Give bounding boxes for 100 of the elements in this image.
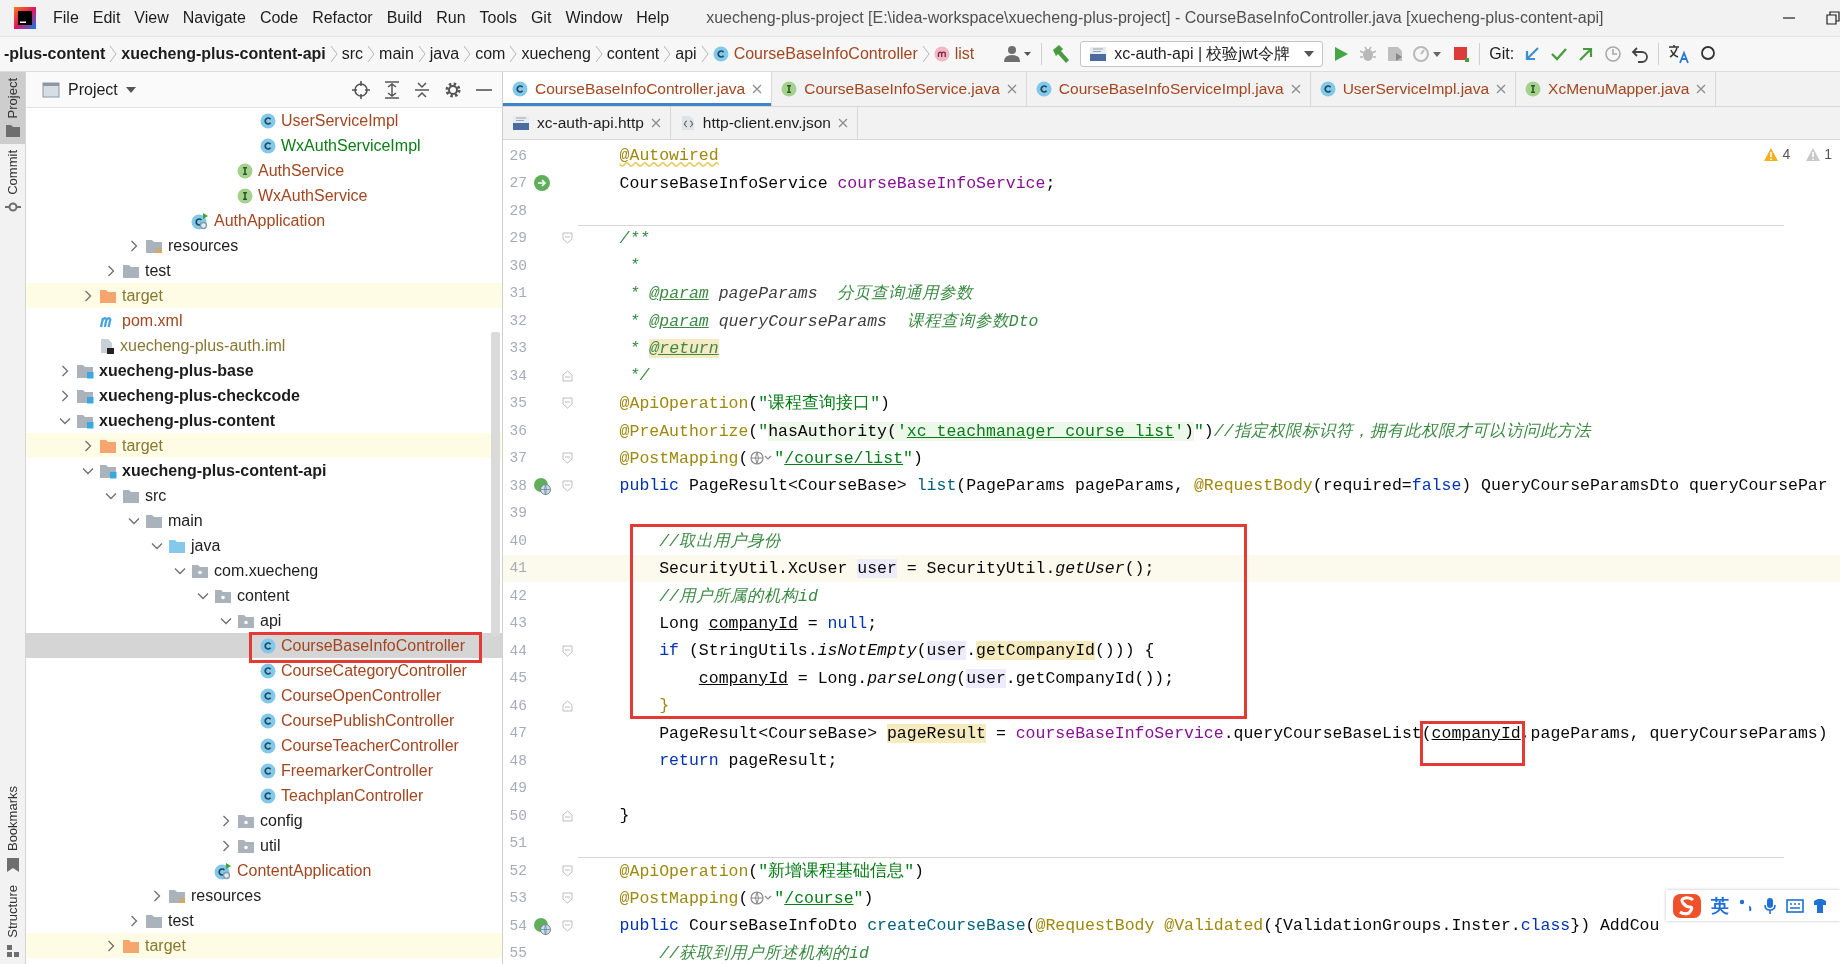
breadcrumb-item[interactable]: -plus-content bbox=[0, 45, 110, 63]
minimize-icon[interactable] bbox=[476, 87, 492, 92]
bean-icon[interactable] bbox=[533, 174, 551, 193]
tree-item[interactable]: FreemarkerController bbox=[26, 758, 502, 783]
tree-item[interactable]: config bbox=[26, 808, 502, 833]
fold-marker-icon[interactable] bbox=[562, 919, 573, 932]
chevron-right-icon[interactable] bbox=[105, 264, 117, 277]
fold-marker-icon[interactable] bbox=[562, 479, 573, 492]
menu-item[interactable]: Refactor bbox=[305, 9, 380, 27]
close-icon[interactable] bbox=[1496, 84, 1507, 94]
locate-icon[interactable] bbox=[352, 80, 370, 99]
fold-marker-icon[interactable] bbox=[562, 892, 573, 905]
close-icon[interactable] bbox=[837, 118, 848, 128]
tree-item[interactable]: xuecheng-plus-checkcode bbox=[26, 383, 502, 408]
fold-marker-icon[interactable] bbox=[562, 644, 573, 657]
microphone-icon[interactable] bbox=[1763, 896, 1777, 915]
restore-icon[interactable] bbox=[1826, 11, 1840, 25]
close-icon[interactable] bbox=[1006, 84, 1017, 94]
close-icon[interactable] bbox=[752, 84, 763, 94]
tree-item[interactable]: TeachplanController bbox=[26, 783, 502, 808]
menu-item[interactable]: Build bbox=[379, 9, 430, 27]
tree-item[interactable]: CourseTeacherController bbox=[26, 733, 502, 758]
close-icon[interactable] bbox=[1696, 84, 1707, 94]
collapse-all-icon[interactable] bbox=[414, 80, 430, 99]
keyboard-icon[interactable] bbox=[1786, 898, 1804, 913]
stop-icon[interactable] bbox=[1452, 45, 1471, 63]
editor-tab[interactable]: CourseBaseInfoService.java bbox=[772, 72, 1027, 106]
coverage-icon[interactable] bbox=[1386, 45, 1405, 63]
menu-item[interactable]: Run bbox=[429, 9, 473, 27]
close-icon[interactable] bbox=[1290, 84, 1301, 94]
tool-window-button[interactable]: Bookmarks bbox=[0, 780, 25, 880]
breadcrumb-item[interactable]: list bbox=[929, 45, 979, 63]
user-icon[interactable] bbox=[1004, 45, 1033, 63]
globe-icon[interactable] bbox=[750, 891, 773, 906]
scrollbar-thumb[interactable] bbox=[491, 332, 500, 636]
tree-item[interactable]: com.xuecheng bbox=[26, 558, 502, 583]
update-icon[interactable] bbox=[1523, 45, 1542, 63]
tree-item[interactable]: CoursePublishController bbox=[26, 708, 502, 733]
tool-window-button[interactable]: Project bbox=[0, 72, 25, 145]
shirt-icon[interactable] bbox=[1813, 897, 1827, 914]
view-selector[interactable]: Project bbox=[36, 79, 142, 100]
globe-icon[interactable] bbox=[750, 451, 773, 466]
breadcrumb-item[interactable]: CourseBaseInfoController bbox=[708, 45, 922, 63]
tree-item[interactable]: CourseOpenController bbox=[26, 683, 502, 708]
breadcrumb-item[interactable]: content bbox=[602, 45, 664, 63]
tree-item[interactable]: xuecheng-plus-content bbox=[26, 408, 502, 433]
chevron-right-icon[interactable] bbox=[105, 939, 117, 952]
breadcrumb-item[interactable]: java bbox=[425, 45, 464, 63]
hammer-icon[interactable] bbox=[1051, 44, 1072, 64]
menu-item[interactable]: Tools bbox=[472, 9, 524, 27]
tree-item[interactable]: UserServiceImpl bbox=[26, 108, 502, 133]
fold-marker-icon[interactable] bbox=[562, 809, 573, 822]
rollback-icon[interactable] bbox=[1631, 45, 1650, 63]
breadcrumb-item[interactable]: xuecheng-plus-content-api bbox=[117, 45, 330, 63]
tree-item[interactable]: pom.xml bbox=[26, 308, 502, 333]
tree-item[interactable]: WxAuthService bbox=[26, 183, 502, 208]
tree-item[interactable]: xuecheng-plus-content-api bbox=[26, 458, 502, 483]
tree-item[interactable]: util bbox=[26, 833, 502, 858]
menu-item[interactable]: Window bbox=[558, 9, 630, 27]
chevron-right-icon[interactable] bbox=[220, 814, 232, 827]
editor-tab[interactable]: UserServiceImpl.java bbox=[1310, 72, 1517, 106]
chevron-right-icon[interactable] bbox=[82, 439, 94, 452]
chevron-right-icon[interactable] bbox=[82, 289, 94, 302]
editor-tab[interactable]: XcMenuMapper.java bbox=[1516, 72, 1717, 106]
breadcrumb-item[interactable]: com bbox=[471, 45, 510, 63]
tree-item[interactable]: target bbox=[26, 433, 502, 458]
menu-item[interactable]: Help bbox=[629, 9, 677, 27]
editor-tab[interactable]: CourseBaseInfoServiceImpl.java bbox=[1026, 72, 1311, 106]
close-icon[interactable] bbox=[650, 118, 661, 128]
menu-item[interactable]: Git bbox=[523, 9, 559, 27]
tree-item[interactable]: resources bbox=[26, 883, 502, 908]
menu-item[interactable]: Navigate bbox=[175, 9, 253, 27]
fold-marker-icon[interactable] bbox=[562, 699, 573, 712]
chevron-right-icon[interactable] bbox=[128, 914, 140, 927]
breadcrumb-item[interactable]: main bbox=[375, 45, 418, 63]
chevron-right-icon[interactable] bbox=[59, 364, 71, 377]
bean-endpoint-icon[interactable] bbox=[533, 476, 551, 495]
tree-item[interactable]: api bbox=[26, 608, 502, 633]
tree-item[interactable]: xuecheng-plus-base bbox=[26, 358, 502, 383]
breadcrumb-item[interactable]: xuecheng bbox=[517, 45, 595, 63]
input-method-logo-icon[interactable] bbox=[1672, 892, 1702, 919]
tree-item[interactable]: java bbox=[26, 533, 502, 558]
fold-marker-icon[interactable] bbox=[562, 232, 573, 245]
search-icon[interactable] bbox=[1699, 45, 1716, 63]
tree-item[interactable]: CourseCategoryController bbox=[26, 658, 502, 683]
history-icon[interactable] bbox=[1604, 45, 1623, 63]
editor-tab[interactable]: xc-auth-api.http bbox=[503, 107, 671, 139]
tree-item[interactable]: target bbox=[26, 283, 502, 308]
fold-marker-icon[interactable] bbox=[562, 452, 573, 465]
fold-marker-icon[interactable] bbox=[562, 864, 573, 877]
tree-item[interactable]: resources bbox=[26, 233, 502, 258]
tree-item[interactable]: main bbox=[26, 508, 502, 533]
menu-item[interactable]: File bbox=[46, 9, 86, 27]
menu-item[interactable]: Edit bbox=[85, 9, 128, 27]
input-mode-toggle[interactable]: 英 bbox=[1711, 893, 1729, 918]
run-configuration-dropdown[interactable]: xc-auth-api | 校验jwt令牌 bbox=[1080, 41, 1324, 67]
bean-endpoint-icon[interactable] bbox=[533, 916, 551, 935]
expand-all-icon[interactable] bbox=[384, 80, 400, 99]
chevron-right-icon[interactable] bbox=[151, 889, 163, 902]
tree-item[interactable]: WxAuthServiceImpl bbox=[26, 133, 502, 158]
